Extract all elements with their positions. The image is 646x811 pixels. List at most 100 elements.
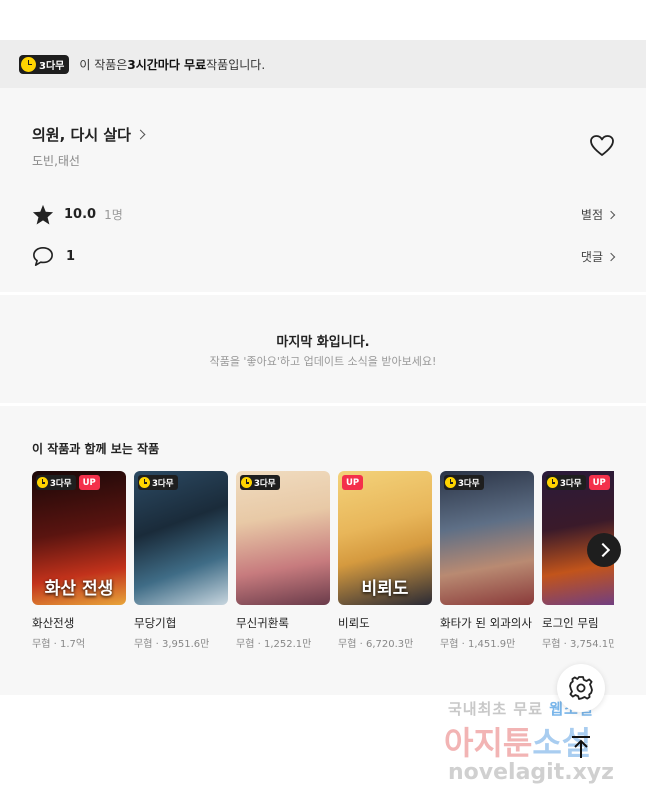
- card-meta: 무협 · 1,252.1만: [236, 639, 312, 650]
- recommendation-card[interactable]: UP 비뢰도 비뢰도 무협 · 6,720.3만: [338, 471, 432, 650]
- cover-title: 비뢰도: [361, 579, 409, 599]
- chevron-right-icon: [606, 210, 616, 219]
- clock-icon: [547, 477, 558, 488]
- watermark-line1-a: 국내최초 무료: [448, 700, 550, 718]
- work-info-section: 의원, 다시 살다 도빈,태선 10.0 1명 별점 1 댓글: [0, 88, 646, 292]
- work-title-link[interactable]: 의원, 다시 살다: [32, 124, 146, 145]
- card-views: 1.7억: [59, 639, 86, 650]
- clock-icon: [139, 477, 150, 488]
- badge-label: 3다무: [39, 60, 65, 72]
- watermark-line3: novelagit.xyz: [448, 760, 614, 785]
- card-genre: 무협: [134, 639, 153, 650]
- up-badge: UP: [588, 475, 610, 490]
- badge-group: 3다무: [138, 475, 178, 490]
- up-badge: UP: [342, 475, 364, 490]
- free-badge: 3다무: [138, 475, 178, 490]
- recommendation-heading: 이 작품과 함께 보는 작품: [32, 442, 160, 456]
- card-title: 화산전생: [32, 616, 75, 630]
- card-meta: 무협 · 1.7억: [32, 639, 86, 650]
- card-genre: 무협: [32, 639, 51, 650]
- settings-button[interactable]: [557, 664, 605, 712]
- badge-group: UP: [342, 475, 364, 490]
- card-meta: 무협 · 3,951.6만: [134, 639, 210, 650]
- free-badge: 3다무: [546, 475, 586, 490]
- rating-value: 10.0: [64, 206, 97, 222]
- free-badge: 3다무: [36, 475, 76, 490]
- free-badge-label: 3다무: [458, 478, 480, 489]
- comment-count: 1: [66, 248, 76, 264]
- recommendation-card[interactable]: 3다무 무당기협 무협 · 3,951.6만: [134, 471, 228, 650]
- clock-icon: [37, 477, 48, 488]
- free-badge: 3다무: [444, 475, 484, 490]
- card-views: 1,451.9만: [467, 639, 516, 650]
- card-title: 비뢰도: [338, 616, 370, 630]
- work-author: 도빈,태선: [32, 154, 80, 168]
- free-badge-label: 3다무: [560, 478, 582, 489]
- comment-link[interactable]: 댓글: [580, 248, 616, 265]
- card-title: 무신귀환록: [236, 616, 289, 630]
- free-badge-label: 3다무: [152, 478, 174, 489]
- badge-group: 3다무 UP: [546, 475, 610, 490]
- notice-text-pre: 이 작품은: [79, 57, 128, 72]
- rating-link-label: 별점: [580, 208, 603, 222]
- recommendation-carousel: 3다무 UP 화산 전생 화산전생 무협 · 1.7억 3다무 무당기협 무협 …: [32, 471, 614, 695]
- card-meta: 무협 · 6,720.3만: [338, 639, 414, 650]
- watermark: 국내최초 무료 웹소설 아지툰소설 novelagit.xyz: [440, 694, 640, 794]
- heart-icon: [590, 135, 614, 156]
- badge-group: 3다무: [240, 475, 280, 490]
- rating-row: 10.0 1명 별점: [32, 202, 616, 226]
- card-views: 3,951.6만: [161, 639, 210, 650]
- cover-image: UP 비뢰도: [338, 471, 432, 605]
- badge-group: 3다무: [444, 475, 484, 490]
- comment-link-label: 댓글: [580, 250, 603, 264]
- notice-text-post: 작품입니다.: [206, 57, 266, 72]
- recommendation-card[interactable]: 3다무 UP 화산 전생 화산전생 무협 · 1.7억: [32, 471, 126, 650]
- cover-image: 3다무: [134, 471, 228, 605]
- last-episode-subtitle: 작품을 '좋아요'하고 업데이트 소식을 받아보세요!: [209, 355, 437, 368]
- card-views: 3,754.1만: [569, 639, 614, 650]
- clock-icon: [21, 56, 36, 72]
- rating-count: 1명: [104, 207, 123, 222]
- card-genre: 무협: [338, 639, 357, 650]
- recommendation-card[interactable]: 3다무 무신귀환록 무협 · 1,252.1만: [236, 471, 330, 650]
- scroll-top-button[interactable]: [566, 731, 596, 761]
- gear-icon: [569, 676, 593, 700]
- free-badge: 3다무: [240, 475, 280, 490]
- card-meta: 무협 · 3,754.1만: [542, 635, 614, 650]
- last-episode-title: 마지막 화입니다.: [276, 335, 370, 350]
- card-title: 무당기협: [134, 616, 177, 630]
- star-icon: [32, 204, 54, 225]
- card-title: 로그인 무림: [542, 616, 599, 630]
- card-views: 6,720.3만: [365, 639, 414, 650]
- cover-title: 화산 전생: [44, 579, 114, 599]
- card-genre: 무협: [236, 639, 255, 650]
- up-badge: UP: [78, 475, 100, 490]
- chevron-right-icon: [135, 129, 146, 140]
- rating-link[interactable]: 별점: [580, 206, 616, 223]
- badge-group: 3다무 UP: [36, 475, 100, 490]
- card-meta: 무협 · 1,451.9만: [440, 639, 516, 650]
- recommendation-section: 이 작품과 함께 보는 작품 3다무 UP 화산 전생 화산전생 무협 · 1.…: [0, 406, 646, 695]
- top-spacer: [0, 0, 646, 40]
- card-genre: 무협: [542, 639, 561, 650]
- chevron-right-icon: [606, 252, 616, 261]
- three-hour-free-badge: 3다무: [19, 54, 70, 74]
- watermark-line2-a: 아지툰: [444, 724, 533, 762]
- cover-image: 3다무: [440, 471, 534, 605]
- comment-row: 1 댓글: [32, 244, 616, 268]
- like-button[interactable]: [589, 134, 615, 158]
- card-views: 1,252.1만: [263, 639, 312, 650]
- arrow-up-icon: [572, 736, 590, 758]
- comment-icon: [33, 246, 53, 266]
- card-title: 화타가 된 외과의사: [440, 616, 532, 630]
- clock-icon: [445, 477, 456, 488]
- recommendation-card[interactable]: 3다무 화타가 된 외과의사 무협 · 1,451.9만: [440, 471, 534, 650]
- last-episode-section: 마지막 화입니다. 작품을 '좋아요'하고 업데이트 소식을 받아보세요!: [0, 295, 646, 403]
- free-badge-label: 3다무: [50, 478, 72, 489]
- carousel-next-button[interactable]: [587, 533, 621, 567]
- notice-text-bold: 3시간마다 무료: [127, 57, 207, 72]
- free-notice-bar: 3다무 이 작품은 3시간마다 무료 작품입니다.: [0, 40, 646, 88]
- work-title: 의원, 다시 살다: [32, 126, 131, 144]
- cover-image: 3다무: [236, 471, 330, 605]
- cover-image: 3다무 UP 화산 전생: [32, 471, 126, 605]
